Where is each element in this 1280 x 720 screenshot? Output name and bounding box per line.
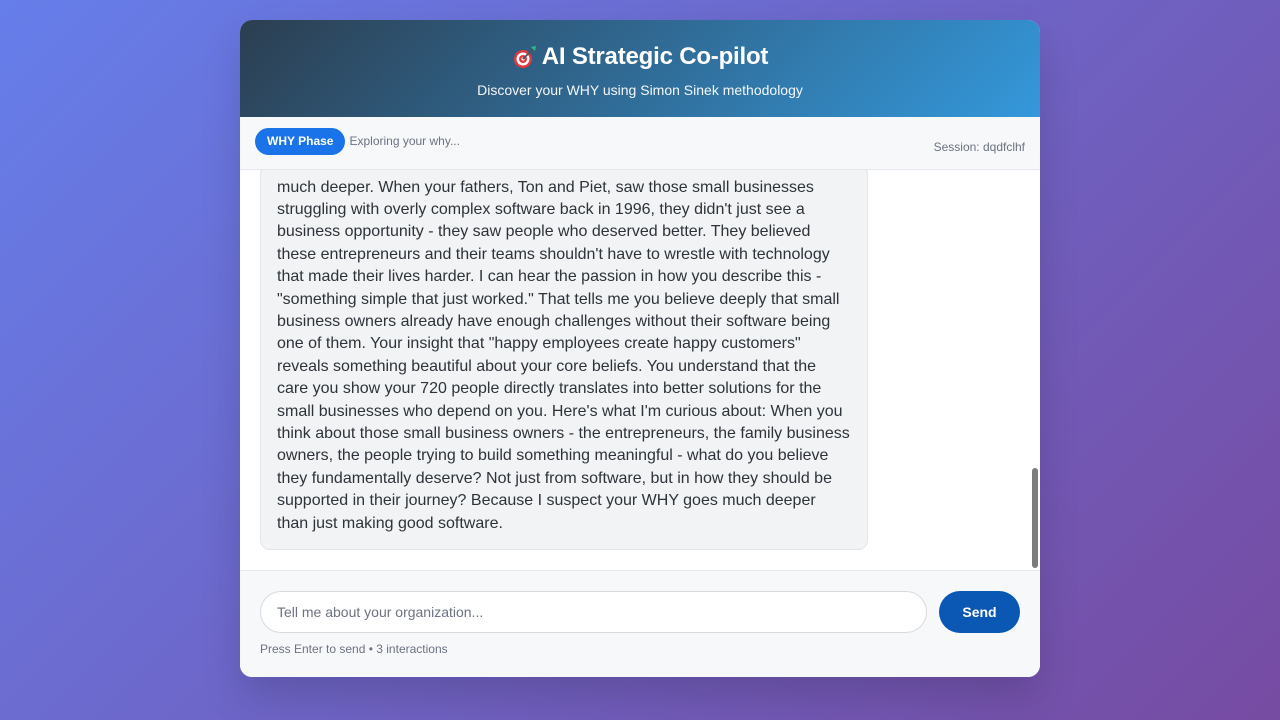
input-row: Send [260,591,1020,633]
session-id: Session: dqdfclhf [933,140,1025,154]
message-list[interactable]: much deeper. When your fathers, Ton and … [240,170,1040,570]
title-row: AI Strategic Co-pilot [240,42,1040,72]
phase-badge: WHY Phase [255,127,346,155]
message-scrollbar[interactable] [1030,170,1038,570]
assistant-message: much deeper. When your fathers, Ton and … [260,170,868,550]
message-input[interactable] [260,591,927,633]
app-title: AI Strategic Co-pilot [541,43,769,70]
input-hint: Press Enter to send • 3 interactions [260,642,448,656]
scrollbar-thumb[interactable] [1032,468,1038,568]
phase-bar: WHY Phase Exploring your why... Session:… [240,117,1040,170]
app-header: AI Strategic Co-pilot Discover your WHY … [240,20,1040,117]
dart-target-icon [512,44,538,70]
input-area: Send Press Enter to send • 3 interaction… [240,570,1040,677]
send-button[interactable]: Send [939,591,1020,633]
phase-description: Exploring your why... [349,134,460,148]
chat-window: AI Strategic Co-pilot Discover your WHY … [240,20,1040,677]
app-subtitle: Discover your WHY using Simon Sinek meth… [477,82,803,98]
